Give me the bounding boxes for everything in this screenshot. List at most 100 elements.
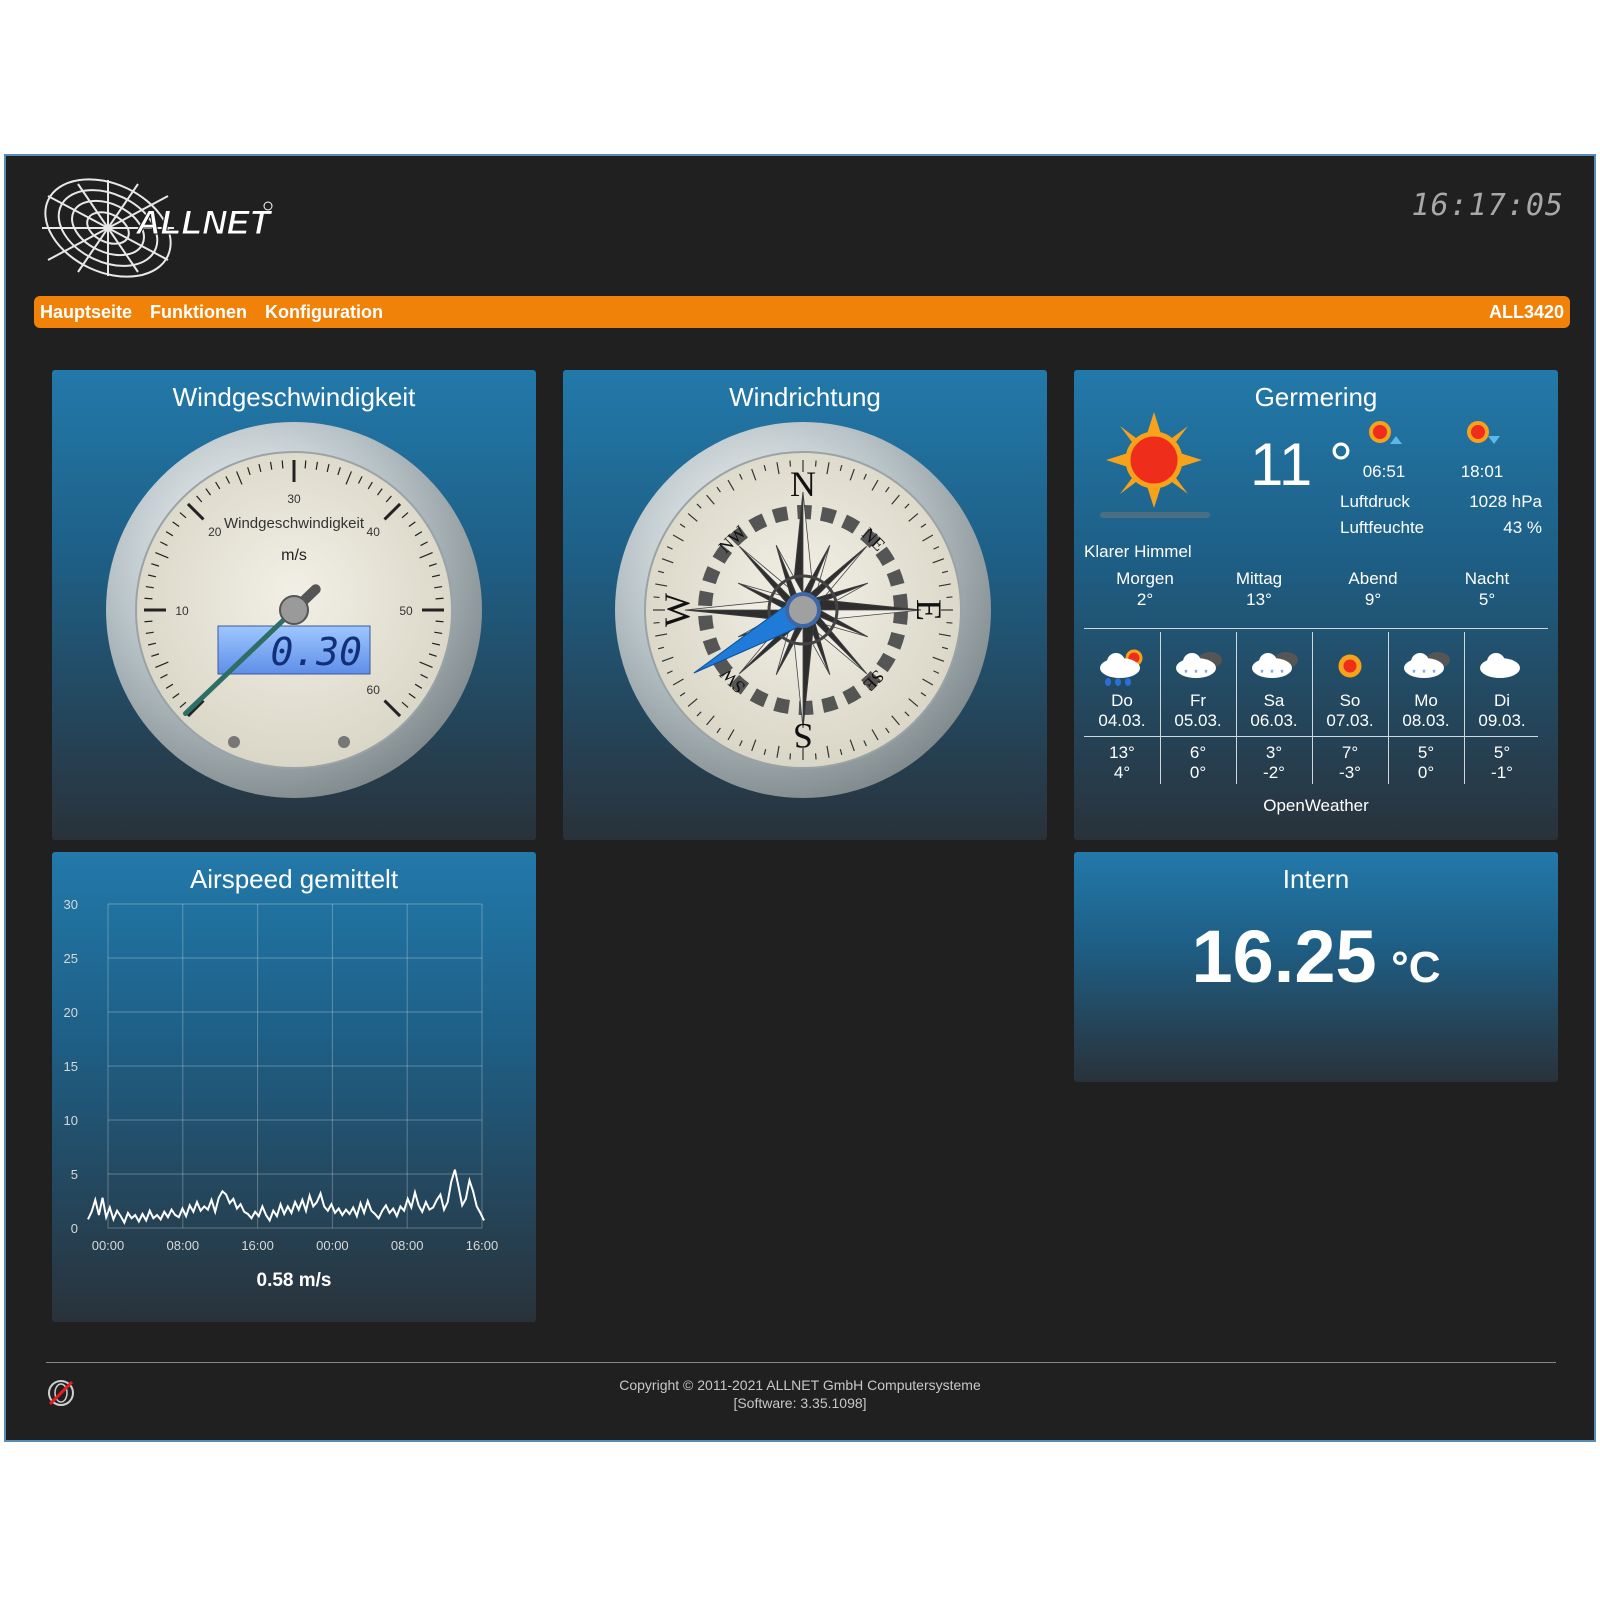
- snow-cloud-icon: * * *: [1176, 652, 1222, 678]
- airspeed-chart: 0 5 10 15 20 25 30 00:00 08:00 16:00 00:00 08:00 16:…: [64, 897, 499, 1253]
- daypart-morgen: Morgen 2°: [1116, 569, 1174, 609]
- cloud-icon: [1480, 653, 1520, 678]
- gauge-tick-label: 40: [367, 525, 381, 539]
- nav-hauptseite[interactable]: Hauptseite: [40, 302, 132, 323]
- forecast-low: 0°: [1417, 763, 1435, 782]
- svg-text:*: *: [1280, 668, 1284, 678]
- compass-tick: [946, 596, 953, 599]
- gauge-tick: [435, 620, 444, 623]
- software-version: [Software: 3.35.1098]: [733, 1395, 867, 1411]
- forecast-day-5: Di 09.03. 5° -1°: [1464, 632, 1540, 783]
- forecast-separator: [1464, 632, 1465, 784]
- forecast-day-0: Do 04.03. 13° 4°: [1084, 632, 1160, 783]
- weather-condition: Klarer Himmel: [1084, 542, 1192, 561]
- gauge-tick: [144, 620, 153, 623]
- nav-funktionen[interactable]: Funktionen: [150, 302, 247, 323]
- weather-city: Germering: [1254, 382, 1378, 412]
- gauge-tick-label: 60: [367, 683, 381, 697]
- forecast-low: -1°: [1491, 763, 1513, 782]
- compass-tick: [946, 621, 953, 624]
- chart-y-tick: 5: [71, 1167, 78, 1182]
- chart-x-tick: 08:00: [167, 1238, 200, 1253]
- forecast-date: 05.03.: [1174, 711, 1222, 730]
- chart-x-tick: 16:00: [466, 1238, 499, 1253]
- forecast-weekday: Mo: [1414, 691, 1438, 710]
- intern-title: Intern: [1282, 864, 1350, 894]
- forecast-weekday: So: [1339, 691, 1361, 710]
- forecast-day-4: * * * Mo 08.03. 5° 0°: [1388, 632, 1464, 783]
- gauge-tick-label: 10: [175, 604, 189, 618]
- forecast-low: -2°: [1263, 763, 1285, 782]
- rain-sun-icon: [1100, 649, 1143, 686]
- gauge-unit: m/s: [281, 547, 307, 564]
- weather-panel: Germering 11 ° 06:51 18:01 Luftdruck 102…: [1074, 370, 1558, 840]
- forecast-separator: [1312, 632, 1313, 784]
- compass-cardinal: E: [909, 599, 949, 621]
- forecast-separator: [1388, 632, 1389, 784]
- airspeed-series-line: [87, 1169, 485, 1225]
- forecast-weekday: Sa: [1263, 691, 1285, 710]
- allnet-logo: ALLNET: [42, 178, 274, 278]
- sunset-time: 18:01: [1460, 462, 1504, 481]
- forecast-date: 06.03.: [1250, 711, 1298, 730]
- humidity-value: 43 %: [1503, 518, 1542, 537]
- forecast-date: 07.03.: [1326, 711, 1374, 730]
- chart-y-tick: 0: [71, 1221, 78, 1236]
- snow-cloud-icon: * * *: [1252, 652, 1298, 678]
- daypart-mittag: Mittag 13°: [1235, 569, 1283, 609]
- gauge-tick: [304, 460, 307, 469]
- sun-icon: [1338, 654, 1362, 678]
- forecast-date: 04.03.: [1098, 711, 1146, 730]
- wind-speed-gauge: 10 20 30 40 50 60 Windgeschwindigkeit m/s 0.3…: [106, 422, 482, 798]
- forecast-date: 09.03.: [1478, 711, 1526, 730]
- forecast-weekday: Di: [1493, 691, 1511, 710]
- gauge-tick: [435, 597, 444, 600]
- daypart-abend: Abend 9°: [1348, 569, 1398, 609]
- gauge-tick: [281, 460, 284, 469]
- intern-panel: Intern 16.25 °C: [1074, 852, 1558, 1082]
- weather-provider[interactable]: OpenWeather: [1074, 796, 1558, 816]
- daypart-nacht: Nacht 5°: [1464, 569, 1510, 609]
- svg-text:*: *: [1194, 668, 1198, 678]
- forecast-day-2: * * * Sa 06.03. 3° -2°: [1236, 632, 1312, 783]
- chart-y-tick: 10: [64, 1113, 78, 1128]
- lcd-display: 0.30: [270, 630, 362, 674]
- wind-speed-panel: Windgeschwindigkeit 10 20 30 40 50 60 Wi…: [52, 370, 536, 840]
- intern-unit: °C: [1391, 943, 1441, 992]
- navigation-bar: Hauptseite Funktionen Konfiguration ALL3…: [34, 296, 1570, 328]
- forecast-low: 0°: [1189, 763, 1207, 782]
- svg-text:*: *: [1204, 668, 1208, 678]
- svg-text:*: *: [1184, 668, 1188, 678]
- forecast-date: 08.03.: [1402, 711, 1450, 730]
- forecast-high: 7°: [1341, 743, 1359, 762]
- forecast-day-3: So 07.03. 7° -3°: [1312, 632, 1388, 783]
- forecast-weekday: Fr: [1189, 691, 1207, 710]
- chart-y-tick: 20: [64, 1005, 78, 1020]
- svg-text:*: *: [1260, 668, 1264, 678]
- pressure-value: 1028 hPa: [1469, 492, 1542, 511]
- chart-x-tick: 00:00: [92, 1238, 125, 1253]
- compass-tick: [814, 753, 817, 760]
- gauge-tick-label: 20: [208, 525, 222, 539]
- sunrise-icon: [1369, 421, 1402, 444]
- current-temperature: 11 °: [1250, 431, 1353, 498]
- gauge-tick-label: 50: [399, 604, 413, 618]
- nav-konfiguration[interactable]: Konfiguration: [265, 302, 383, 323]
- app-window: ALLNET 16:17:05 Hauptseite Funktionen Ko…: [4, 154, 1596, 1442]
- gauge-label: Windgeschwindigkeit: [224, 515, 365, 532]
- compass-cardinal: W: [657, 593, 697, 627]
- chart-x-tick: 16:00: [241, 1238, 274, 1253]
- gauge-tick-label: 30: [287, 492, 301, 506]
- device-model: ALL3420: [1488, 301, 1564, 322]
- chart-y-tick: 25: [64, 951, 78, 966]
- forecast-high: 3°: [1265, 743, 1283, 762]
- forecast-separator: [1160, 632, 1161, 784]
- svg-text:*: *: [1422, 668, 1426, 678]
- chart-y-tick: 30: [64, 897, 78, 912]
- compass-cardinal: S: [793, 716, 813, 756]
- compass-cardinal: N: [790, 464, 816, 504]
- forecast-high: 13°: [1109, 743, 1135, 762]
- humidity-label: Luftfeuchte: [1340, 518, 1425, 537]
- chart-summary: 0.58 m/s: [256, 1270, 332, 1291]
- svg-text:*: *: [1432, 668, 1436, 678]
